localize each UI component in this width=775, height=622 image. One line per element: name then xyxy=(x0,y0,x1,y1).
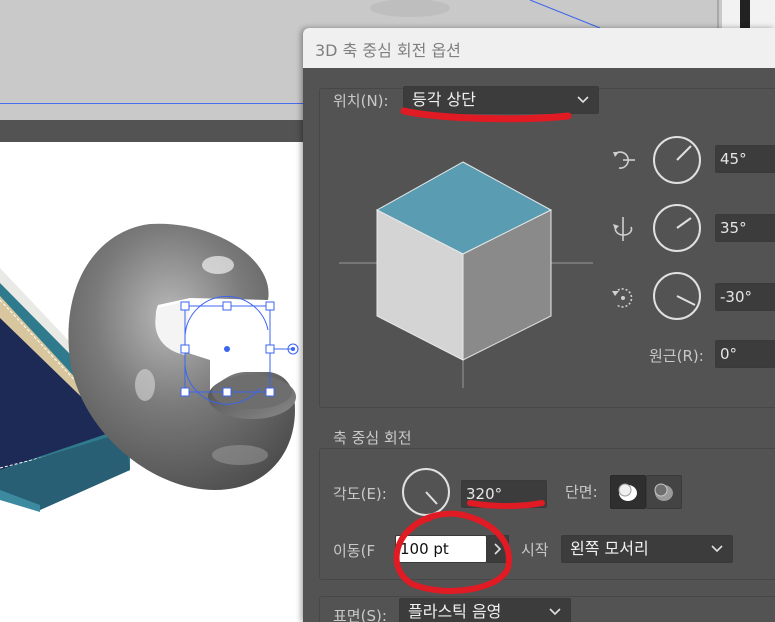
surface-value: 플라스틱 음영 xyxy=(408,602,502,621)
offset-input[interactable]: 100 pt xyxy=(395,535,487,563)
revolve-angle-label: 각도(E): xyxy=(333,485,387,503)
selection-center-point xyxy=(224,346,230,352)
position-label: 위치(N): xyxy=(333,92,389,110)
z-rotation-dial[interactable] xyxy=(651,270,703,322)
position-dropdown[interactable]: 등각 상단 xyxy=(403,86,599,114)
revolve-angle-input[interactable]: 320° xyxy=(461,480,547,508)
selection-handle[interactable] xyxy=(265,301,275,311)
x-rotation-dial[interactable] xyxy=(651,134,703,186)
z-axis-rotate-icon xyxy=(612,288,633,308)
offset-stepper[interactable] xyxy=(487,535,509,563)
selection-handle[interactable] xyxy=(265,344,275,354)
cap-on-icon xyxy=(618,483,637,501)
surface-label: 표면(S): xyxy=(333,607,387,622)
chevron-right-icon xyxy=(494,543,502,555)
cap-on-button[interactable] xyxy=(610,475,646,509)
dialog-titlebar[interactable]: 3D 축 중심 회전 옵션 xyxy=(303,28,775,68)
selection-handle[interactable] xyxy=(180,387,190,397)
selection-handle[interactable] xyxy=(265,387,275,397)
from-dropdown[interactable]: 왼쪽 모서리 xyxy=(561,535,733,563)
perspective-label: 원근(R): xyxy=(649,347,704,365)
x-rotation-input[interactable]: 45° xyxy=(715,145,775,173)
cap-label: 단면: xyxy=(565,483,598,501)
revolve-options-dialog: 3D 축 중심 회전 옵션 위치(N): 등각 상단 45° 35° -30° … xyxy=(303,28,775,622)
cap-off-button[interactable] xyxy=(646,475,682,509)
cube-rotation-preview[interactable] xyxy=(333,158,603,390)
chevron-down-icon xyxy=(577,96,589,104)
selection-handle[interactable] xyxy=(222,301,232,311)
dialog-title: 3D 축 중심 회전 옵션 xyxy=(315,41,461,60)
chevron-down-icon xyxy=(549,608,561,616)
revolve-section-title: 축 중심 회전 xyxy=(333,429,412,447)
y-axis-rotate-icon xyxy=(613,217,633,241)
selection-handle[interactable] xyxy=(222,387,232,397)
selection-handle[interactable] xyxy=(180,344,190,354)
y-rotation-dial[interactable] xyxy=(651,202,703,254)
surface-dropdown[interactable]: 플라스틱 음영 xyxy=(399,598,571,622)
chevron-down-icon xyxy=(711,545,723,553)
pasteboard-decoration xyxy=(370,0,750,29)
selection-handle[interactable] xyxy=(180,301,190,311)
x-axis-rotate-icon xyxy=(613,151,635,169)
position-value: 등각 상단 xyxy=(412,90,476,109)
cap-off-icon xyxy=(654,483,673,501)
offset-label: 이동(F xyxy=(333,542,376,560)
from-label: 시작 xyxy=(521,541,549,559)
perspective-input[interactable]: 0° xyxy=(715,340,775,368)
from-value: 왼쪽 모서리 xyxy=(570,539,649,558)
z-rotation-input[interactable]: -30° xyxy=(715,283,775,311)
y-rotation-input[interactable]: 35° xyxy=(715,214,775,242)
revolve-angle-dial[interactable] xyxy=(400,466,452,518)
